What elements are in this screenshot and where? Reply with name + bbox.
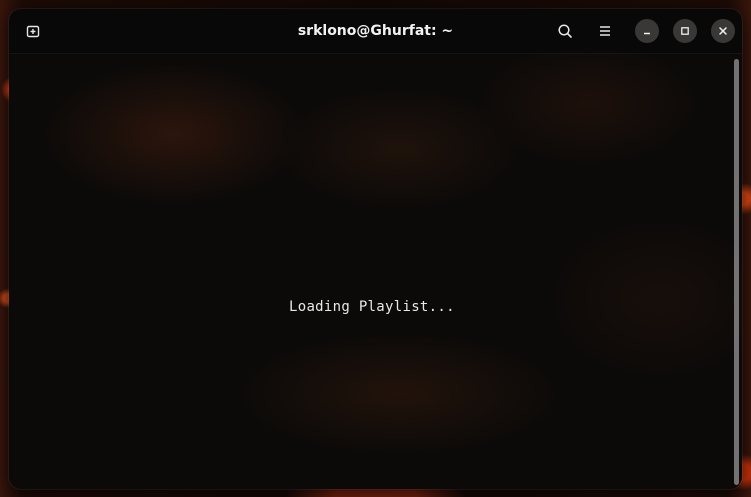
hamburger-menu-icon [600, 26, 610, 36]
menu-button[interactable] [593, 19, 617, 43]
maximize-button[interactable] [673, 19, 697, 43]
header-bar: srklono@Ghurfat: ~ [9, 9, 742, 54]
new-tab-button[interactable] [21, 19, 45, 43]
search-icon [558, 24, 572, 38]
maximize-icon [681, 27, 689, 35]
terminal-scrollbar[interactable] [734, 59, 739, 485]
minimize-button[interactable] [635, 19, 659, 43]
terminal-area[interactable]: Loading Playlist... [9, 54, 742, 489]
new-tab-icon [26, 25, 40, 38]
close-button[interactable] [711, 19, 735, 43]
search-button[interactable] [553, 19, 577, 43]
minimize-icon [644, 32, 650, 35]
terminal-window: srklono@Ghurfat: ~ Loading Playlist... [9, 9, 742, 489]
terminal-output-text: Loading Playlist... [289, 299, 455, 315]
close-icon [719, 27, 727, 35]
window-title: srklono@Ghurfat: ~ [297, 23, 454, 39]
